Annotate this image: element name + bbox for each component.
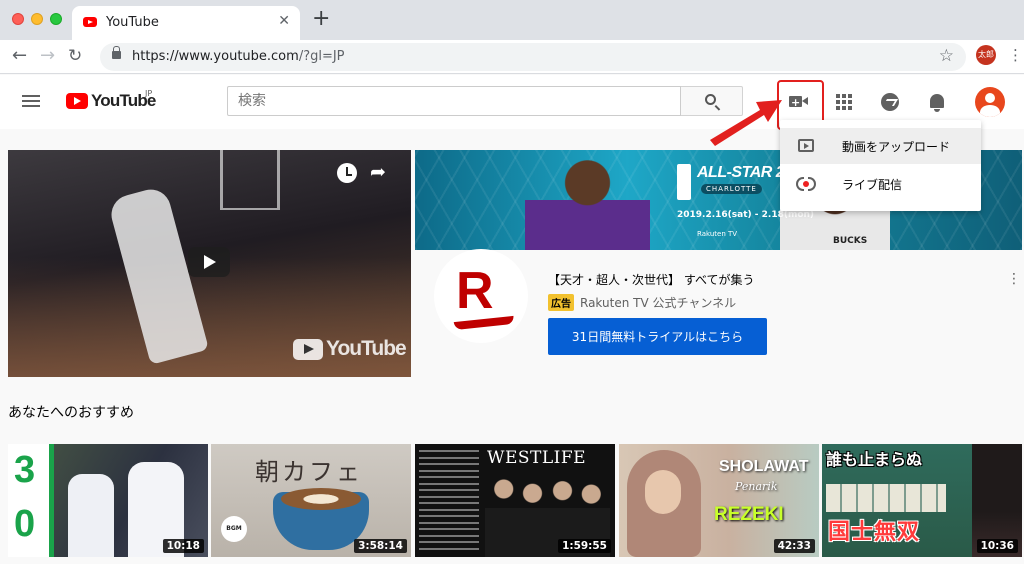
thumbnail-text: 朝カフェ: [255, 458, 363, 486]
new-tab-button[interactable]: +: [312, 8, 330, 30]
free-trial-button[interactable]: 31日間無料トライアルはこちら: [548, 318, 767, 355]
upload-video-icon: [798, 139, 814, 152]
hero-video-player[interactable]: ➦ YouTube: [8, 150, 411, 377]
watermark-text: YouTube: [326, 337, 407, 360]
video-duration-badge: 42:33: [773, 539, 815, 553]
thumbnail-text: REZEKI: [714, 504, 784, 525]
video-thumbnail[interactable]: 朝カフェ BGM 3:58:14: [211, 444, 411, 557]
bookmark-star-icon[interactable]: ☆: [939, 46, 954, 66]
latte-art-image: [281, 488, 361, 510]
upload-dropdown-menu: 動画をアップロード ライブ配信: [780, 120, 981, 211]
thumbnail-text: Penarik: [735, 480, 778, 493]
browser-tab-bar: YouTube ✕ +: [0, 0, 1024, 40]
minimize-window-button[interactable]: [31, 13, 43, 25]
account-avatar[interactable]: [975, 87, 1005, 117]
browser-menu-icon[interactable]: ⋮: [1008, 46, 1023, 64]
video-duration-badge: 3:58:14: [354, 539, 407, 553]
lock-icon: [112, 46, 121, 59]
guide-menu-icon[interactable]: [22, 95, 40, 107]
back-arrow-icon[interactable]: ←: [12, 44, 27, 68]
live-stream-icon: [796, 177, 816, 191]
menu-item-go-live[interactable]: ライブ配信: [780, 166, 981, 202]
youtube-logo[interactable]: YouTube: [66, 90, 156, 112]
banner-team: BUCKS: [833, 236, 868, 246]
video-thumbnail[interactable]: WESTLIFE 1:59:55: [415, 444, 615, 557]
youtube-watermark: YouTube: [293, 336, 407, 364]
thumbnail-face: [645, 470, 681, 514]
browser-toolbar: ← → ↻ https://www.youtube.com/?gl=JP ☆: [0, 40, 1024, 74]
url-text: https://www.youtube.com/?gl=JP: [132, 49, 345, 64]
ad-badge: 広告: [548, 294, 574, 311]
ad-channel-name[interactable]: Rakuten TV 公式チャンネル: [580, 294, 736, 311]
video-thumbnail[interactable]: SHOLAWAT Penarik REZEKI 42:33: [619, 444, 819, 557]
browser-profile-avatar[interactable]: 太郎: [976, 45, 996, 65]
video-thumbnail[interactable]: 誰も止まらぬ 国士無双 10:36: [822, 444, 1022, 557]
thumbnail-panel: 3 0: [8, 444, 54, 557]
rakuten-logo[interactable]: R: [434, 249, 528, 343]
ad-title[interactable]: 【天才・超人・次世代】 すべてが集う: [548, 271, 755, 288]
tab-title: YouTube: [106, 15, 159, 30]
thumbnail-text: 誰も止まらぬ: [826, 450, 923, 469]
banner-sponsor: Rakuten TV: [697, 230, 738, 238]
video-thumbnail[interactable]: 3 0 10:18: [8, 444, 208, 557]
annotation-arrow-icon: [710, 100, 782, 146]
menu-item-upload-video[interactable]: 動画をアップロード: [780, 128, 981, 164]
thumbnail-text: 0: [14, 503, 36, 545]
close-tab-icon[interactable]: ✕: [278, 13, 290, 29]
messages-icon[interactable]: [881, 93, 899, 111]
play-button-icon[interactable]: [188, 247, 230, 277]
tracklist-lines: [419, 450, 479, 554]
thumbnail-text: 3: [14, 449, 36, 491]
region-label: JP: [145, 89, 153, 98]
video-duration-badge: 10:18: [162, 539, 204, 553]
bgm-badge: BGM: [221, 516, 247, 542]
recommended-video-row: 3 0 10:18 朝カフェ BGM 3:58:14 WESTLIFE 1:59…: [8, 444, 1024, 557]
close-window-button[interactable]: [12, 13, 24, 25]
thumbnail-text: WESTLIFE: [487, 448, 587, 468]
hero-hoop: [220, 150, 280, 210]
apps-grid-icon[interactable]: [836, 94, 852, 110]
video-duration-badge: 10:36: [976, 539, 1018, 553]
banner-city: CHARLOTTE: [701, 184, 762, 194]
ad-more-options-icon[interactable]: ⋮: [1007, 271, 1021, 287]
forward-arrow-icon[interactable]: →: [40, 44, 55, 68]
section-heading: あなたへのおすすめ: [8, 405, 134, 421]
thumbnail-figure: [68, 474, 114, 557]
mahjong-tiles: [826, 484, 946, 512]
nba-logo-icon: [677, 164, 691, 200]
banner-player-left: [525, 152, 650, 250]
reload-icon[interactable]: ↻: [68, 44, 82, 68]
maximize-window-button[interactable]: [50, 13, 62, 25]
menu-item-label: 動画をアップロード: [842, 140, 951, 154]
youtube-watermark-icon: [293, 339, 323, 360]
share-arrow-icon[interactable]: ➦: [370, 162, 386, 182]
youtube-play-logo-icon: [66, 93, 88, 109]
banner-dates: 2019.2.16(sat) - 2.18(mon): [677, 210, 815, 220]
browser-tab-youtube[interactable]: YouTube ✕: [72, 6, 300, 40]
menu-item-label: ライブ配信: [842, 178, 903, 192]
thumbnail-text: 国士無双: [828, 520, 921, 545]
thumbnail-text: SHOLAWAT: [719, 458, 809, 475]
video-duration-badge: 1:59:55: [558, 539, 611, 553]
rakuten-logo-letter: R: [456, 262, 494, 320]
address-bar[interactable]: https://www.youtube.com/?gl=JP ☆: [100, 43, 966, 71]
search-input[interactable]: [227, 86, 681, 116]
notifications-bell-icon[interactable]: [928, 92, 948, 112]
watch-later-clock-icon[interactable]: [337, 163, 357, 183]
youtube-favicon-icon: [83, 17, 97, 27]
